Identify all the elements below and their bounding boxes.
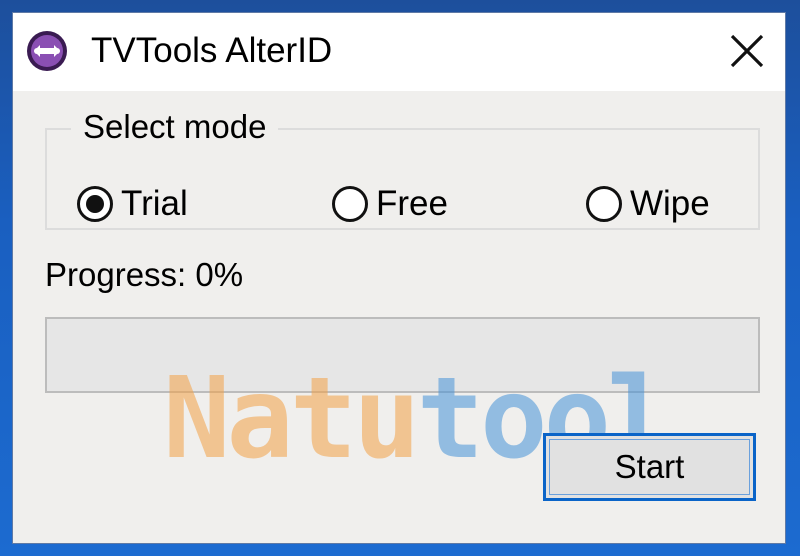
title-bar[interactable]: TVTools AlterID [13, 13, 785, 91]
radio-free-circle[interactable] [332, 186, 368, 222]
radio-trial-label[interactable]: Trial [121, 184, 188, 224]
radio-selected-dot [86, 195, 104, 213]
progress-bar [45, 317, 760, 393]
window-title: TVTools AlterID [91, 31, 333, 70]
app-window: TVTools AlterID Select mode Trial Free W… [12, 12, 786, 544]
groupbox-legend: Select mode [71, 108, 279, 146]
radio-wipe[interactable]: Wipe [586, 182, 710, 226]
progress-label: Progress: 0% [45, 256, 244, 293]
start-button[interactable]: Start [543, 433, 756, 501]
radio-wipe-circle[interactable] [586, 186, 622, 222]
radio-trial-circle[interactable] [77, 186, 113, 222]
radio-wipe-label[interactable]: Wipe [630, 184, 710, 224]
radio-free-label[interactable]: Free [376, 184, 448, 224]
start-button-label[interactable]: Start [615, 448, 685, 486]
mode-groupbox: Select mode Trial Free Wipe [45, 108, 760, 230]
app-icon [25, 29, 69, 73]
radio-trial[interactable]: Trial [77, 182, 188, 226]
close-button[interactable] [721, 27, 773, 75]
radio-free[interactable]: Free [332, 182, 448, 226]
close-icon [730, 34, 764, 68]
